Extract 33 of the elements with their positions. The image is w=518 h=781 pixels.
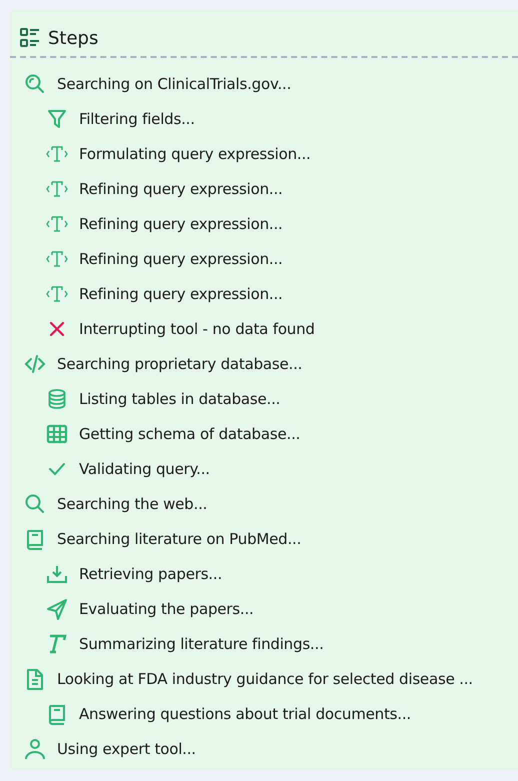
- step-label: Listing tables in database...: [79, 390, 280, 408]
- book-icon: [46, 702, 68, 724]
- document-icon: [24, 668, 46, 690]
- step-label: Searching the web...: [57, 494, 208, 512]
- filter-icon: [46, 108, 68, 130]
- step-label: Answering questions about trial documents...: [79, 704, 411, 722]
- step-label: Filtering fields...: [79, 110, 195, 128]
- step-label: Refining query expression...: [79, 250, 283, 268]
- step-label: Using expert tool...: [57, 740, 196, 758]
- step-label: Looking at FDA industry guidance for selected disease ...: [57, 670, 473, 688]
- panel-title: Steps: [48, 28, 98, 48]
- code-icon: [24, 352, 46, 374]
- database-icon: [46, 388, 68, 410]
- step-label: Retrieving papers...: [79, 564, 222, 582]
- step-label: Getting schema of database...: [79, 424, 300, 442]
- list-icon: [20, 28, 40, 48]
- table-icon: [46, 422, 68, 444]
- book-icon: [24, 528, 46, 550]
- person-icon: [24, 738, 46, 760]
- step-label: Searching literature on PubMed...: [57, 530, 302, 548]
- step-label: Summarizing literature findings...: [79, 634, 324, 652]
- send-icon: [46, 598, 68, 620]
- step-label: Refining query expression...: [79, 180, 283, 198]
- step-label: Formulating query expression...: [79, 144, 311, 162]
- step-label: Searching on ClinicalTrials.gov...: [57, 74, 292, 92]
- search-icon: [24, 72, 46, 94]
- search-icon: [24, 492, 46, 514]
- step-label: Searching proprietary database...: [57, 354, 302, 372]
- step-label: Refining query expression...: [79, 284, 283, 302]
- step-label: Interrupting tool - no data found: [79, 320, 315, 338]
- step-label: Refining query expression...: [79, 214, 283, 232]
- step-label: Validating query...: [79, 460, 210, 478]
- step-label: Evaluating the papers...: [79, 600, 254, 618]
